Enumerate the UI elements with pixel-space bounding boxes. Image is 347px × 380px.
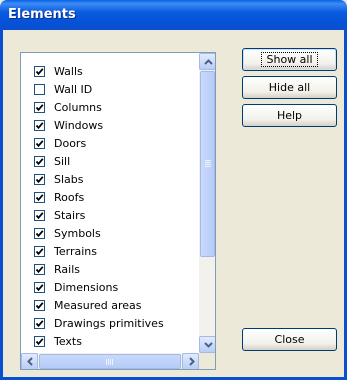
vertical-scroll-thumb[interactable] xyxy=(200,71,215,257)
list-item[interactable]: Windows xyxy=(21,117,199,135)
checkmark-icon xyxy=(35,248,44,256)
list-item[interactable]: Measured areas xyxy=(21,297,199,315)
elements-dialog: Elements Walls Wall ID Columns Windows Doors… xyxy=(0,0,347,380)
list-item-label: Columns xyxy=(54,101,102,114)
checkmark-icon xyxy=(35,302,44,310)
chevron-up-icon xyxy=(204,59,213,65)
list-item-label: Wall ID xyxy=(54,83,93,96)
chevron-left-icon xyxy=(27,357,33,366)
chevron-down-icon xyxy=(204,342,213,348)
checkbox[interactable] xyxy=(34,120,45,131)
checkmark-icon xyxy=(35,230,44,238)
list-item-label: Texts xyxy=(54,335,82,348)
list-item[interactable]: Sill xyxy=(21,153,199,171)
checkbox[interactable] xyxy=(34,264,45,275)
horizontal-scrollbar[interactable] xyxy=(21,353,199,369)
checkmark-icon xyxy=(35,158,44,166)
checkmark-icon xyxy=(35,122,44,130)
list-item[interactable]: Wall ID xyxy=(21,81,199,99)
checkbox[interactable] xyxy=(34,318,45,329)
scroll-down-button[interactable] xyxy=(199,336,215,353)
checkbox[interactable] xyxy=(34,210,45,221)
list-item-label: Symbols xyxy=(54,227,101,240)
list-item[interactable]: Terrains xyxy=(21,243,199,261)
list-item-label: Terrains xyxy=(54,245,97,258)
window-title: Elements xyxy=(8,7,76,22)
hide-all-label: Hide all xyxy=(268,81,311,94)
hide-all-button[interactable]: Hide all xyxy=(242,76,337,99)
checkmark-icon xyxy=(35,176,44,184)
list-item[interactable]: Roofs xyxy=(21,189,199,207)
list-item[interactable]: Dimensions xyxy=(21,279,199,297)
checkbox[interactable] xyxy=(34,174,45,185)
checkmark-icon xyxy=(35,212,44,220)
checkbox[interactable] xyxy=(34,66,45,77)
list-item[interactable]: Drawings primitives xyxy=(21,315,199,333)
checkbox[interactable] xyxy=(34,228,45,239)
show-all-label: Show all xyxy=(261,52,318,67)
help-label: Help xyxy=(276,109,303,122)
checkbox[interactable] xyxy=(34,84,45,95)
list-item[interactable]: Walls xyxy=(21,63,199,81)
checkbox[interactable] xyxy=(34,102,45,113)
checklist-items: Walls Wall ID Columns Windows Doors Sill Slabs… xyxy=(21,53,199,353)
checkbox[interactable] xyxy=(34,246,45,257)
checkmark-icon xyxy=(35,320,44,328)
checkmark-icon xyxy=(35,140,44,148)
checkbox[interactable] xyxy=(34,156,45,167)
checkbox[interactable] xyxy=(34,192,45,203)
list-item-label: Windows xyxy=(54,119,104,132)
list-item-label: Slabs xyxy=(54,173,84,186)
checkmark-icon xyxy=(35,338,44,346)
checkmark-icon xyxy=(35,194,44,202)
vertical-scrollbar[interactable] xyxy=(199,53,215,353)
checkmark-icon xyxy=(35,68,44,76)
scroll-up-button[interactable] xyxy=(199,53,215,70)
scroll-left-button[interactable] xyxy=(21,353,38,369)
list-item[interactable]: Doors xyxy=(21,135,199,153)
window-border-left xyxy=(0,30,3,380)
list-item-label: Dimensions xyxy=(54,281,119,294)
list-item-label: Walls xyxy=(54,65,83,78)
help-button[interactable]: Help xyxy=(242,104,337,127)
list-item-label: Doors xyxy=(54,137,87,150)
list-item[interactable]: Columns xyxy=(21,99,199,117)
list-item-label: Stairs xyxy=(54,209,86,222)
title-bar[interactable]: Elements xyxy=(0,0,347,30)
close-button[interactable]: Close xyxy=(242,328,337,351)
scrollbar-corner xyxy=(199,353,215,369)
checkbox[interactable] xyxy=(34,300,45,311)
list-item[interactable]: Stairs xyxy=(21,207,199,225)
list-item[interactable]: Symbols xyxy=(21,225,199,243)
checkmark-icon xyxy=(35,104,44,112)
checkbox[interactable] xyxy=(34,138,45,149)
list-item-label: Rails xyxy=(54,263,80,276)
checkmark-icon xyxy=(35,284,44,292)
checkmark-icon xyxy=(35,266,44,274)
close-label: Close xyxy=(274,333,305,346)
list-item[interactable]: Texts xyxy=(21,333,199,351)
show-all-button[interactable]: Show all xyxy=(242,48,337,71)
list-item[interactable]: Rails xyxy=(21,261,199,279)
list-item-label: Sill xyxy=(54,155,71,168)
list-item[interactable]: Slabs xyxy=(21,171,199,189)
checkbox[interactable] xyxy=(34,282,45,293)
elements-checklist[interactable]: Walls Wall ID Columns Windows Doors Sill Slabs… xyxy=(20,52,216,370)
checkbox[interactable] xyxy=(34,336,45,347)
list-item-label: Drawings primitives xyxy=(54,317,164,330)
list-item-label: Measured areas xyxy=(54,299,142,312)
horizontal-scroll-thumb[interactable] xyxy=(39,354,181,369)
list-item-label: Roofs xyxy=(54,191,85,204)
chevron-right-icon xyxy=(189,357,195,366)
scroll-right-button[interactable] xyxy=(182,353,199,369)
